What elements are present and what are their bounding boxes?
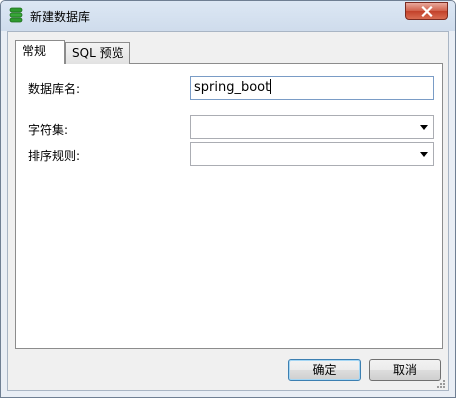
tab-sql-preview[interactable]: SQL 预览	[65, 42, 130, 64]
resize-grip-icon[interactable]	[436, 378, 446, 388]
close-icon	[420, 5, 433, 17]
tab-general[interactable]: 常规	[15, 40, 65, 64]
close-button[interactable]	[405, 2, 448, 20]
cancel-button[interactable]: 取消	[369, 359, 441, 381]
db-name-input[interactable]: spring_boot	[190, 76, 434, 100]
chevron-down-icon	[420, 125, 428, 130]
text-caret	[270, 79, 272, 94]
database-icon	[9, 7, 23, 24]
general-tab-panel: 数据库名: spring_boot 字符集: 排序规则:	[15, 63, 443, 349]
collation-select[interactable]	[190, 142, 434, 166]
db-name-value: spring_boot	[194, 80, 271, 95]
window-title: 新建数据库	[30, 10, 91, 24]
collation-label: 排序规则:	[28, 149, 81, 163]
charset-select[interactable]	[190, 115, 434, 139]
title-bar[interactable]: 新建数据库	[1, 1, 455, 31]
charset-label: 字符集:	[28, 123, 69, 137]
dialog-client-area: 常规 SQL 预览 数据库名: spring_boot 字符集: 排序规则: 确…	[7, 31, 449, 391]
ok-button[interactable]: 确定	[288, 359, 361, 381]
db-name-label: 数据库名:	[28, 82, 81, 96]
new-database-dialog: 新建数据库 常规 SQL 预览 数据库名: spring_boot 字符集: 排…	[0, 0, 456, 398]
chevron-down-icon	[420, 152, 428, 157]
